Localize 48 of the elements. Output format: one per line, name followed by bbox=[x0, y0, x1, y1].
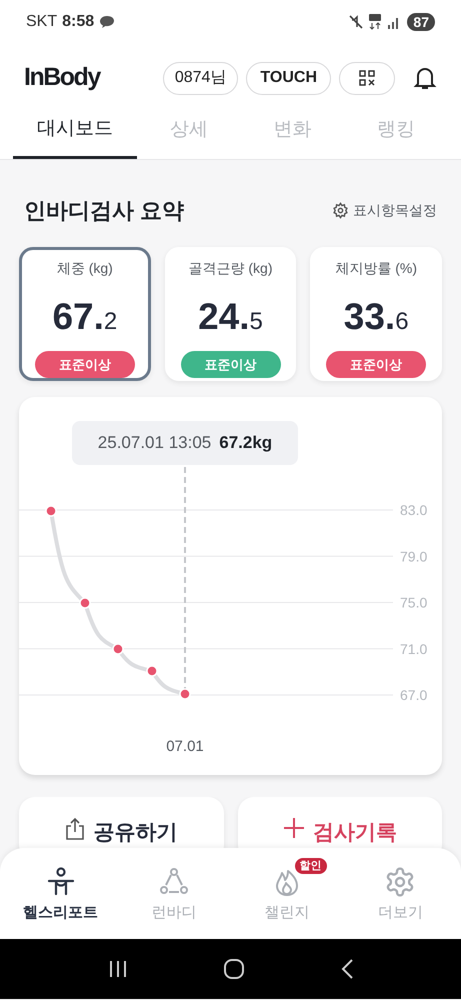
recent-apps-icon[interactable] bbox=[108, 960, 128, 978]
chat-bubble-icon bbox=[99, 15, 116, 29]
date-label: 07.01 bbox=[166, 738, 204, 755]
metric-card[interactable]: 체중 (kg) 67.2 표준이상 bbox=[19, 247, 151, 381]
metric-value: 67.2 bbox=[52, 295, 118, 339]
share-icon bbox=[65, 817, 86, 841]
metric-label: 체중 (kg) bbox=[56, 259, 113, 278]
qr-code-icon bbox=[359, 70, 375, 86]
scale-label: 71.0 bbox=[400, 640, 428, 657]
section-title: 인바디검사 요약 bbox=[24, 197, 184, 225]
nav-item[interactable]: 헬스리포트 bbox=[17, 866, 104, 939]
scale-label: 83.0 bbox=[400, 502, 428, 518]
plus-icon bbox=[282, 817, 305, 839]
metric-label: 골격근량 (kg) bbox=[188, 259, 272, 278]
data-point bbox=[146, 665, 158, 677]
status-badge: 표준이상 bbox=[326, 350, 426, 378]
data-point bbox=[112, 643, 124, 655]
settings-icon bbox=[332, 202, 349, 219]
data-point bbox=[45, 505, 57, 517]
discount-badge: 할인 bbox=[294, 858, 326, 874]
home-icon[interactable] bbox=[222, 958, 244, 980]
scale-label: 67.0 bbox=[400, 687, 428, 703]
user-chip[interactable]: 0874님 bbox=[162, 62, 238, 94]
battery-indicator: 87 bbox=[407, 13, 435, 31]
scale-label: 75.0 bbox=[400, 594, 428, 610]
status-badge: 표준이상 bbox=[180, 350, 280, 378]
back-icon[interactable] bbox=[340, 958, 354, 980]
metric-label: 체지방률 (%) bbox=[335, 259, 418, 278]
clock-text: 8:58 bbox=[62, 12, 94, 32]
scale-label: 79.0 bbox=[400, 548, 428, 564]
touch-button[interactable]: TOUCH bbox=[246, 62, 331, 94]
app-logo: InBody bbox=[24, 62, 100, 94]
metric-value: 33.6 bbox=[344, 295, 409, 339]
qr-button[interactable] bbox=[339, 62, 395, 94]
mute-icon bbox=[349, 15, 364, 29]
tooltip-value: 67.2kg bbox=[219, 432, 272, 454]
display-settings-link[interactable]: 표시항목설정 bbox=[332, 200, 437, 221]
data-point bbox=[79, 597, 91, 609]
bell-icon[interactable] bbox=[413, 65, 437, 91]
metric-card[interactable]: 골격근량 (kg) 24.5 표준이상 bbox=[164, 247, 296, 381]
carrier-text: SKT bbox=[26, 12, 58, 32]
metric-value: 24.5 bbox=[198, 295, 263, 339]
metric-card[interactable]: 체지방률 (%) 33.6 표준이상 bbox=[310, 247, 442, 381]
status-badge: 표준이상 bbox=[34, 350, 135, 378]
data-point bbox=[179, 688, 191, 700]
tab[interactable]: 대시보드 bbox=[13, 112, 137, 159]
network-icon bbox=[369, 14, 382, 30]
tooltip-time: 25.07.01 13:05 bbox=[98, 432, 212, 454]
